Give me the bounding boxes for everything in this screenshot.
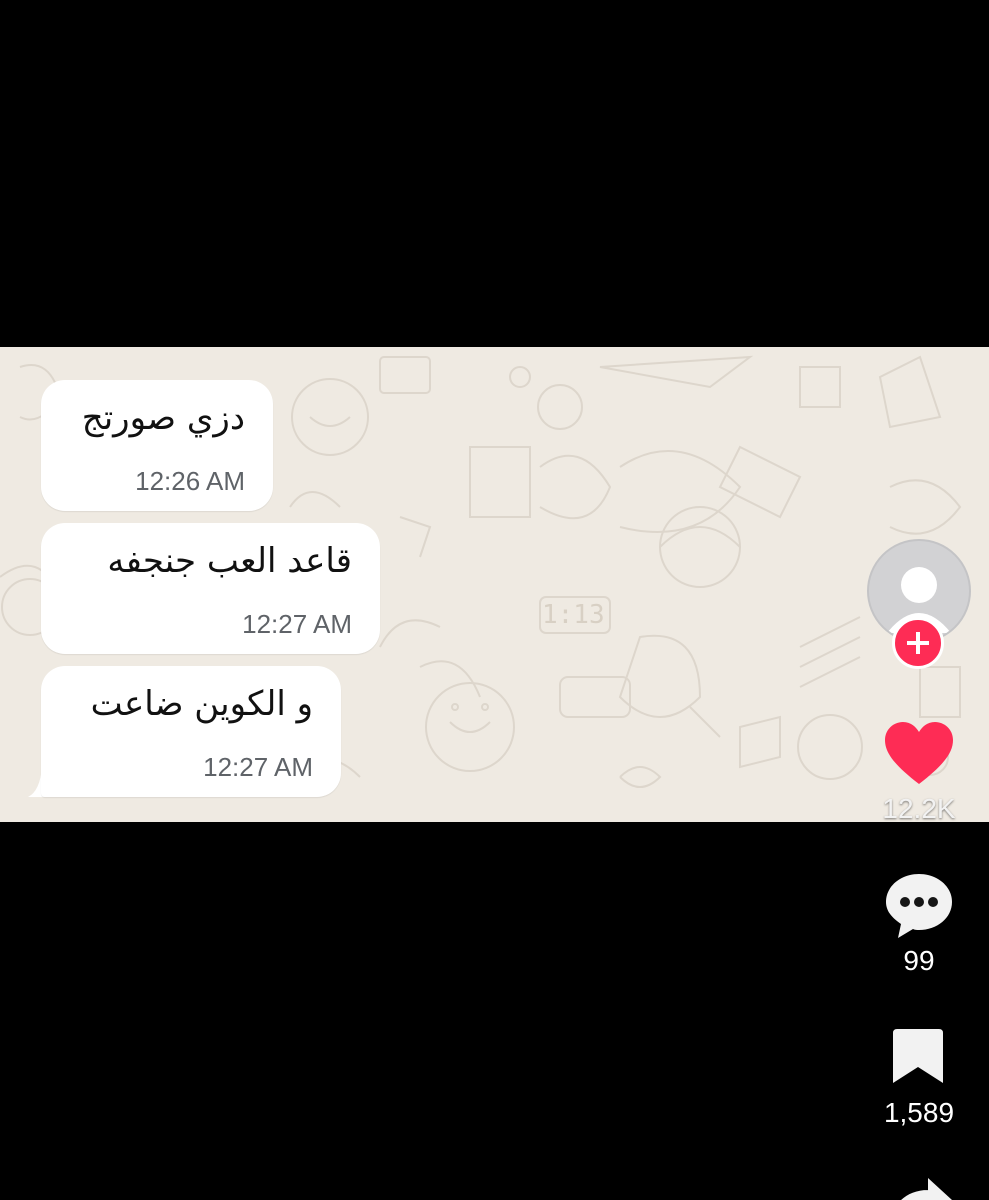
message-text: قاعد العب جنجفه [107, 541, 352, 581]
comment-count: 99 [903, 945, 935, 976]
message-text: و الكوين ضاعت [90, 684, 313, 724]
bookmark-icon[interactable] [891, 1027, 945, 1085]
plus-icon [907, 632, 929, 654]
doodle-clock-text: 1:13 [542, 600, 605, 630]
video-screen[interactable]: 1:13 دزي صورتج 12:26 AM قاعد العب جنجفه … [0, 0, 989, 1200]
message-bubble[interactable]: و الكوين ضاعت 12:27 AM [41, 666, 341, 797]
message-time: 12:27 AM [242, 609, 352, 639]
share-arrow-icon[interactable] [888, 1176, 954, 1200]
follow-button[interactable] [892, 617, 944, 669]
message-bubble[interactable]: قاعد العب جنجفه 12:27 AM [41, 523, 380, 654]
heart-icon[interactable] [883, 720, 955, 788]
message-time: 12:26 AM [135, 466, 245, 496]
like-count: 12.2K [882, 793, 956, 824]
message-text: دزي صورتج [81, 398, 245, 438]
chat-screenshot: 1:13 دزي صورتج 12:26 AM قاعد العب جنجفه … [0, 347, 989, 822]
message-bubble[interactable]: دزي صورتج 12:26 AM [41, 380, 273, 511]
message-time: 12:27 AM [203, 752, 313, 782]
save-count: 1,589 [883, 1097, 955, 1128]
comment-icon[interactable] [884, 870, 954, 940]
